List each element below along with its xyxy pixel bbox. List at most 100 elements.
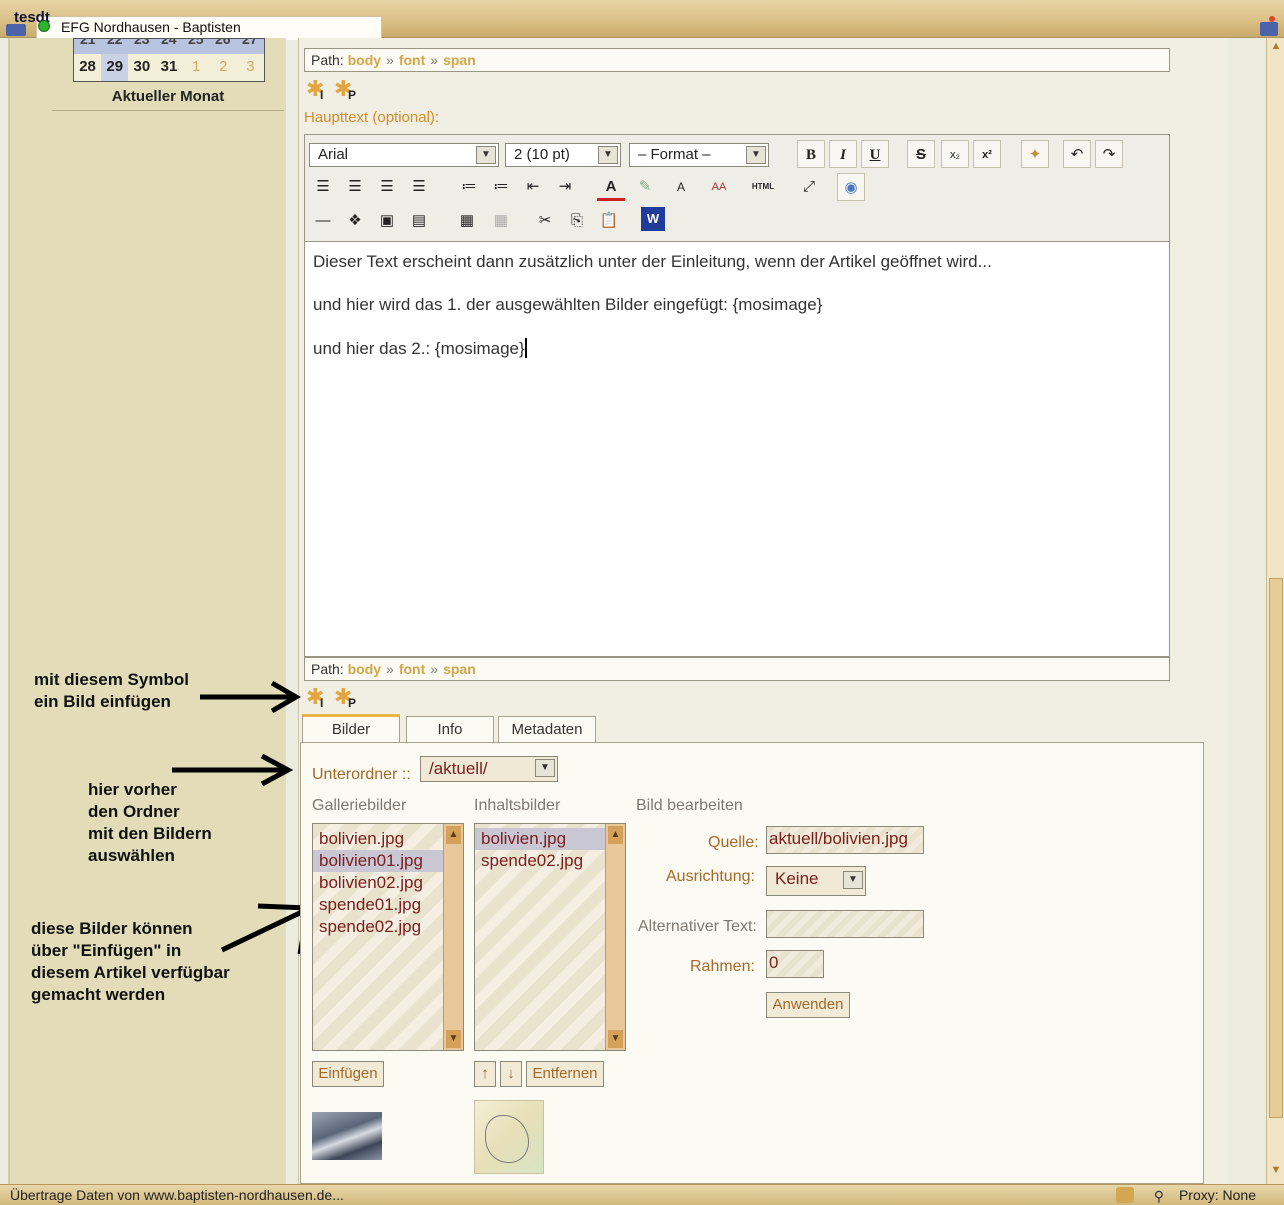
scrollbar[interactable]: ▲ ▼ [605,824,625,1050]
remove-button[interactable]: Entfernen [526,1061,604,1087]
insert-image-toolbar-icon[interactable]: ▣ [373,207,401,235]
save-icon[interactable]: ▤ [405,207,433,235]
italic-button[interactable]: I [829,140,857,168]
calendar-day[interactable]: 26 [215,39,231,47]
horizontal-rule-icon[interactable]: — [309,207,337,235]
calendar-month-label[interactable]: Aktueller Monat [52,88,284,105]
content-images-list[interactable]: bolivien.jpg spende02.jpg ▲ ▼ [474,823,626,1051]
page-scrollbar[interactable]: ▲ ▼ [1266,38,1284,1184]
tab-bilder[interactable]: Bilder [302,714,400,744]
redo-icon[interactable]: ↷ [1095,140,1123,168]
copy-icon[interactable]: ⎘ [563,207,591,235]
close-window-icon[interactable] [1260,16,1278,36]
font-color-button[interactable]: A [597,173,625,201]
special-char-icon[interactable]: ❖ [341,207,369,235]
calendar-day-today[interactable]: 29 [101,54,129,81]
font-family-select[interactable]: Arial ▼ [309,143,499,167]
path-item-span[interactable]: span [443,661,476,677]
path-item-font[interactable]: font [399,661,425,677]
scroll-up-icon[interactable]: ▲ [1269,40,1283,58]
calendar-day[interactable]: 27 [242,39,258,47]
align-justify-icon[interactable]: ☰ [405,173,433,201]
pagebreak-icon[interactable]: ✱ P [334,78,358,103]
reset-font-button[interactable]: A [667,173,695,201]
scroll-down-icon[interactable]: ▼ [1269,1164,1283,1182]
scrollbar[interactable]: ▲ ▼ [443,824,463,1050]
apply-button[interactable]: Anwenden [766,992,850,1018]
spellcheck-icon[interactable]: ◉ [837,173,865,201]
cut-icon[interactable]: ✂ [531,207,559,235]
calendar-day[interactable]: 31 [155,54,182,81]
right-margin [1228,38,1266,1184]
list-item[interactable]: spende02.jpg [313,916,463,938]
html-source-button[interactable]: HTML [749,173,777,201]
scrollbar-thumb[interactable] [1269,578,1283,1118]
font-size-button[interactable]: AA [705,173,733,201]
calendar-day[interactable]: 28 [74,54,101,81]
bullet-list-icon[interactable]: ≔ [487,173,515,201]
path-item-span[interactable]: span [443,52,476,68]
strikethrough-button[interactable]: S [907,140,935,168]
list-item[interactable]: bolivien01.jpg [313,850,463,872]
lock-icon [1116,1187,1134,1203]
superscript-button[interactable]: x² [973,140,1001,168]
align-right-icon[interactable]: ☰ [373,173,401,201]
calendar-day[interactable]: 25 [188,39,204,47]
list-item[interactable]: bolivien.jpg [475,828,625,850]
table-props-icon[interactable]: ▦ [487,207,515,235]
align-left-icon[interactable]: ☰ [309,173,337,201]
source-field[interactable]: aktuell/bolivien.jpg [766,826,924,854]
content-line[interactable]: Dieser Text erscheint dann zusätzlich un… [313,252,1161,272]
path-item-body[interactable]: body [348,52,381,68]
fullscreen-icon[interactable]: ⤢ [795,173,823,201]
editor-content[interactable]: Dieser Text erscheint dann zusätzlich un… [304,241,1170,657]
calendar-day[interactable]: 30 [128,54,155,81]
path-item-font[interactable]: font [399,52,425,68]
indent-icon[interactable]: ⇥ [551,173,579,201]
cleanup-icon[interactable]: ✦ [1021,140,1049,168]
list-item[interactable]: spende01.jpg [313,894,463,916]
tab-metadaten[interactable]: Metadaten [498,716,596,744]
underline-button[interactable]: U [861,140,889,168]
alignment-select[interactable]: Keine ▼ [766,866,866,896]
paste-from-word-button[interactable]: W [641,207,665,231]
highlight-icon[interactable]: ✎ [631,173,659,201]
insert-image-icon[interactable]: ✱ I [306,686,330,711]
table-icon[interactable]: ▦ [453,207,481,235]
calendar-day-next-month[interactable]: 3 [237,54,264,81]
content-line[interactable]: und hier das 2.: {mosimage} [313,338,1161,359]
calendar-day-next-month[interactable]: 1 [183,54,210,81]
proxy-status[interactable]: Proxy: None [1179,1187,1256,1203]
numbered-list-icon[interactable]: ≔ [455,173,483,201]
font-size-select[interactable]: 2 (10 pt) ▼ [505,143,621,167]
subfolder-select[interactable]: /aktuell/▼ [420,756,558,782]
insert-image-icon[interactable]: ✱ I [306,78,330,103]
gallery-thumbnail [312,1112,382,1160]
subscript-button[interactable]: x₂ [941,140,969,168]
list-item[interactable]: bolivien.jpg [313,828,463,850]
paste-icon[interactable]: 📋 [595,207,623,235]
calendar-day[interactable]: 23 [134,39,150,47]
list-item[interactable]: bolivien02.jpg [313,872,463,894]
content-line[interactable]: und hier wird das 1. der ausgewählten Bi… [313,295,1161,315]
outdent-icon[interactable]: ⇤ [519,173,547,201]
insert-button[interactable]: Einfügen [312,1061,384,1087]
pagebreak-icon[interactable]: ✱ P [334,686,358,711]
align-center-icon[interactable]: ☰ [341,173,369,201]
bold-button[interactable]: B [797,140,825,168]
move-up-button[interactable]: ↑ [474,1061,496,1087]
tab-info[interactable]: Info [406,716,494,744]
gallery-images-list[interactable]: bolivien.jpg bolivien01.jpg bolivien02.j… [312,823,464,1051]
path-item-body[interactable]: body [348,661,381,677]
list-item[interactable]: spende02.jpg [475,850,625,872]
undo-icon[interactable]: ↶ [1063,140,1091,168]
format-select[interactable]: – Format – ▼ [629,143,769,167]
calendar-day-next-month[interactable]: 2 [210,54,237,81]
browser-tab[interactable]: EFG Nordhausen - Baptisten [36,16,382,40]
calendar-day[interactable]: 24 [161,39,177,47]
move-down-button[interactable]: ↓ [500,1061,522,1087]
border-field[interactable]: 0 [766,950,824,978]
calendar-day[interactable]: 21 [80,39,96,47]
alt-text-field[interactable] [766,910,924,938]
calendar-day[interactable]: 22 [107,39,123,47]
